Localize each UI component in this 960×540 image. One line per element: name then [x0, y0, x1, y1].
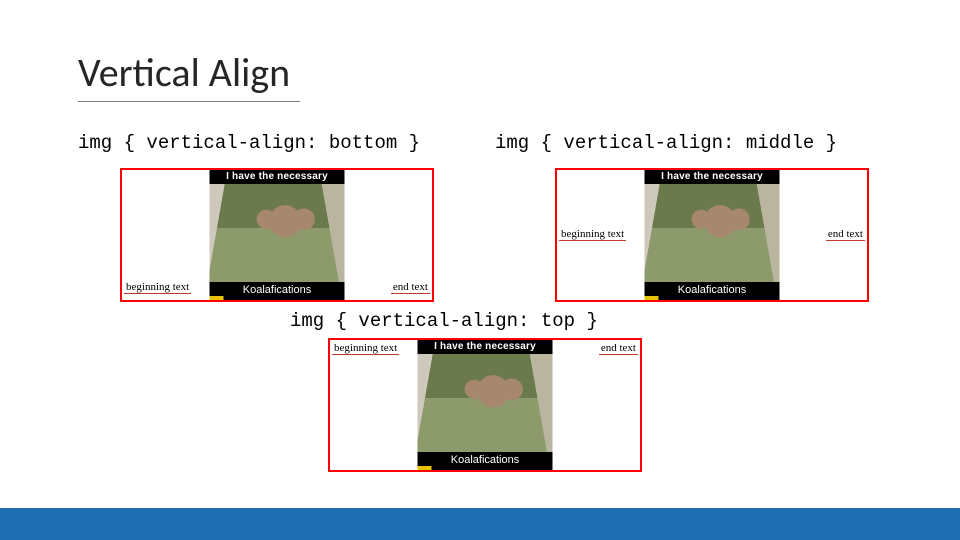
footer-bar: [0, 508, 960, 540]
label-beginning-text: beginning text: [559, 229, 626, 241]
meme-tag-icon: [645, 296, 659, 300]
meme-image-icon: I have the necessary Koalafications: [210, 170, 345, 300]
label-end-text: end text: [599, 343, 638, 355]
meme-image-icon: I have the necessary Koalafications: [418, 340, 553, 470]
demo-box-top: beginning text I have the necessary Koal…: [328, 338, 642, 472]
code-caption-bottom: img { vertical-align: bottom }: [78, 132, 420, 154]
label-end-text: end text: [826, 229, 865, 241]
demo-box-bottom: beginning text I have the necessary Koal…: [120, 168, 434, 302]
meme-bottom-text: Koalafications: [210, 284, 345, 296]
meme-image-icon: I have the necessary Koalafications: [645, 170, 780, 300]
meme-bottom-text: Koalafications: [645, 284, 780, 296]
slide-title: Vertical Align: [78, 48, 300, 102]
code-caption-top: img { vertical-align: top }: [290, 310, 598, 332]
meme-tag-icon: [210, 296, 224, 300]
demo-box-middle: beginning text I have the necessary Koal…: [555, 168, 869, 302]
meme-tag-icon: [418, 466, 432, 470]
code-caption-middle: img { vertical-align: middle }: [495, 132, 837, 154]
slide: Vertical Align img { vertical-align: bot…: [0, 0, 960, 540]
label-beginning-text: beginning text: [124, 282, 191, 294]
koala-photo-icon: [210, 184, 345, 282]
koala-photo-icon: [418, 354, 553, 452]
label-beginning-text: beginning text: [332, 343, 399, 355]
meme-top-text: I have the necessary: [418, 341, 553, 352]
meme-top-text: I have the necessary: [645, 171, 780, 182]
meme-bottom-text: Koalafications: [418, 454, 553, 466]
meme-top-text: I have the necessary: [210, 171, 345, 182]
koala-photo-icon: [645, 184, 780, 282]
label-end-text: end text: [391, 282, 430, 294]
